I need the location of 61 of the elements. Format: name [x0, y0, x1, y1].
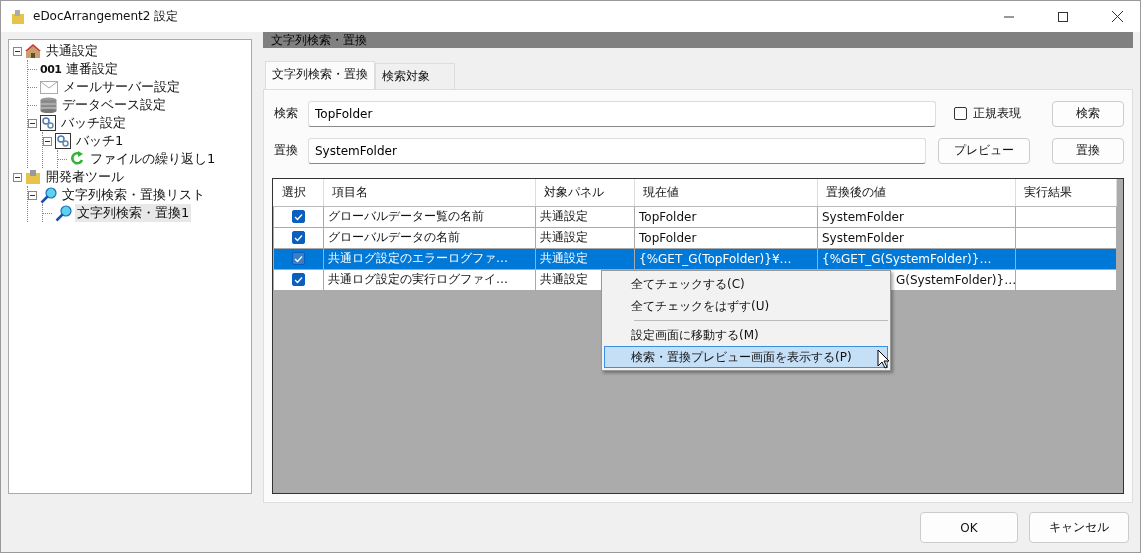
- tab[interactable]: 文字列検索・置換: [265, 61, 375, 89]
- tree-item[interactable]: ファイルの繰り返し1: [88, 150, 218, 168]
- menu-item[interactable]: 検索・置換プレビュー画面を表示する(P): [604, 346, 888, 368]
- window-title: eDocArrangement2 設定: [33, 8, 180, 25]
- row-checkbox[interactable]: [292, 210, 305, 223]
- maximize-icon[interactable]: [1058, 11, 1068, 22]
- table-row[interactable]: グローバルデータの名前 共通設定 TopFolder SystemFolder: [273, 227, 1117, 248]
- gears-icon: [55, 133, 71, 149]
- column-header[interactable]: 対象パネル: [535, 179, 635, 206]
- search-button[interactable]: 検索: [1052, 100, 1124, 127]
- row-checkbox[interactable]: [292, 273, 305, 286]
- menu-item[interactable]: 全てチェックをはずす(U): [604, 295, 888, 317]
- close-icon[interactable]: [1111, 11, 1123, 22]
- database-icon: [40, 97, 57, 113]
- refresh-icon: [70, 151, 85, 167]
- house-icon: [25, 43, 41, 59]
- app-icon: [11, 8, 25, 25]
- column-header[interactable]: 項目名: [323, 179, 536, 206]
- column-header[interactable]: 選択: [273, 179, 324, 206]
- collapse-toggle[interactable]: [13, 46, 22, 56]
- gears-icon: [40, 115, 56, 131]
- tree-item[interactable]: 連番設定: [64, 60, 121, 78]
- column-header[interactable]: 置換後の値: [817, 179, 1016, 206]
- replace-button[interactable]: 置換: [1052, 137, 1124, 164]
- row-checkbox[interactable]: [292, 231, 305, 244]
- replace-label: 置換: [273, 142, 299, 159]
- tree-item[interactable]: 文字列検索・置換1: [75, 204, 192, 222]
- collapse-toggle[interactable]: [28, 118, 37, 128]
- search-label: 検索: [273, 105, 299, 122]
- collapse-toggle[interactable]: [43, 136, 52, 146]
- regex-checkbox[interactable]: [954, 107, 967, 120]
- tab[interactable]: 検索対象: [375, 63, 455, 89]
- tree-item[interactable]: バッチ1: [74, 132, 126, 150]
- envelope-icon: [40, 80, 58, 94]
- column-header[interactable]: 現在値: [634, 179, 818, 206]
- menu-item[interactable]: 設定画面に移動する(M): [604, 324, 888, 346]
- collapse-toggle[interactable]: [13, 172, 22, 182]
- replace-field[interactable]: SystemFolder: [308, 137, 926, 164]
- table-row[interactable]: 共通ログ設定のエラーログファ… 共通設定 {%GET_G(TopFolder)}¥… {%GET_G(SystemFolder)}…: [273, 248, 1117, 269]
- panel-title: 文字列検索・置換: [263, 32, 1133, 48]
- menu-item[interactable]: 全てチェックする(C): [604, 273, 888, 295]
- ok-button[interactable]: OK: [920, 512, 1018, 543]
- pointer-icon: [877, 349, 890, 369]
- tree-item[interactable]: 開発者ツール: [44, 168, 126, 186]
- tree-item[interactable]: 文字列検索・置換リスト: [60, 186, 207, 204]
- table-row[interactable]: グローバルデーター覧の名前 共通設定 TopFolder SystemFolder: [273, 206, 1117, 227]
- search-icon: [55, 204, 72, 222]
- row-checkbox[interactable]: [292, 252, 305, 265]
- number-icon: 001: [40, 62, 62, 76]
- search-icon: [40, 186, 57, 204]
- regex-label: 正規表現: [973, 105, 1021, 122]
- tree-item[interactable]: 共通設定: [44, 42, 100, 60]
- collapse-toggle[interactable]: [28, 190, 37, 200]
- tree-item[interactable]: メールサーバー設定: [61, 78, 182, 96]
- tree-item[interactable]: データベース設定: [60, 96, 168, 114]
- column-header[interactable]: 実行結果: [1015, 179, 1117, 206]
- preview-button[interactable]: プレビュー: [938, 137, 1030, 164]
- cancel-button[interactable]: キャンセル: [1029, 512, 1129, 543]
- search-field[interactable]: TopFolder: [308, 100, 936, 127]
- folder-icon: [25, 169, 41, 185]
- tree-item[interactable]: バッチ設定: [59, 114, 128, 132]
